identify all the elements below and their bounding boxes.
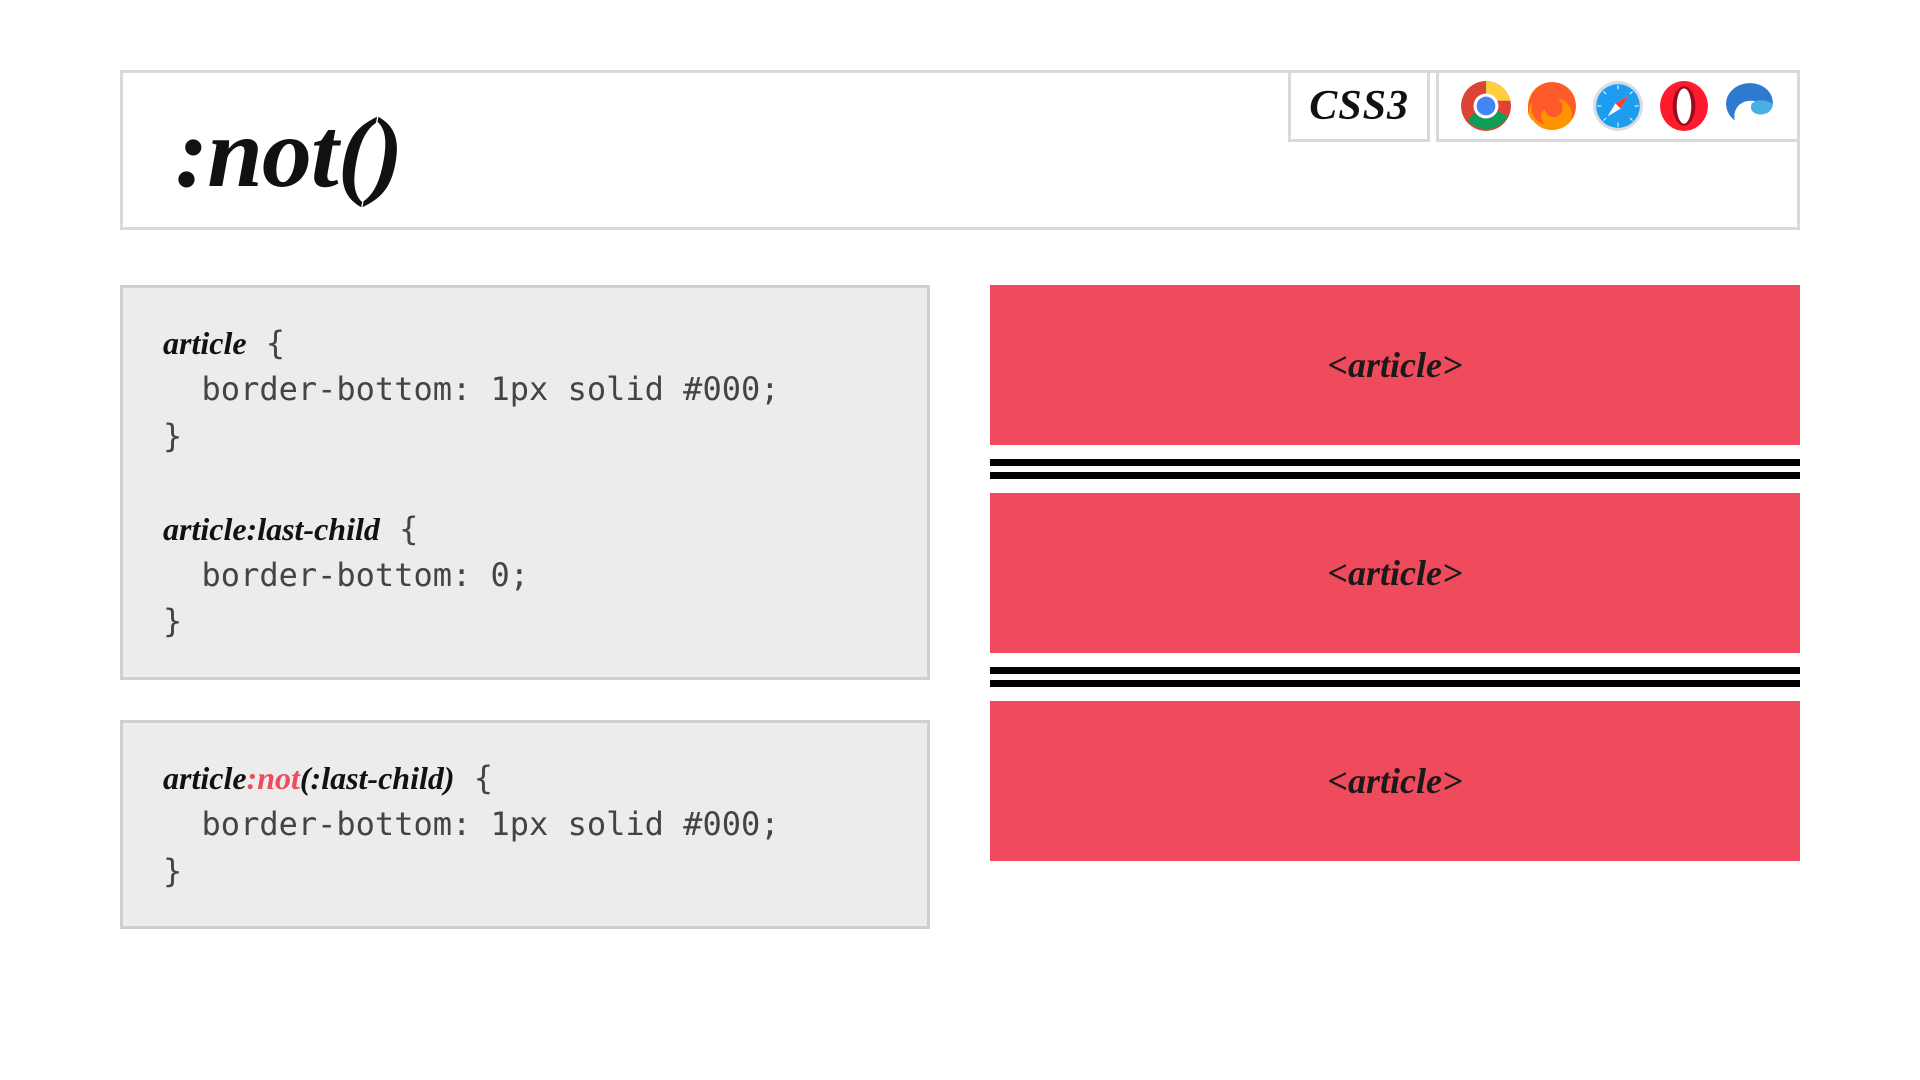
browser-support-row [1436,70,1800,142]
code2-sel-hl: :not [247,760,300,796]
demo-article-3: <article> [990,701,1800,861]
code-column: article { border-bottom: 1px solid #000;… [120,285,930,929]
code2-body: border-bottom: 1px solid #000; [163,805,780,843]
code2-sel-pre: article [163,760,247,796]
demo-article-2: <article> [990,493,1800,653]
main-columns: article { border-bottom: 1px solid #000;… [120,285,1800,929]
spec-badge: CSS3 [1288,70,1430,142]
demo-column: <article> <article> <article> [990,285,1800,929]
opera-icon [1658,80,1710,132]
edge-icon [1724,80,1776,132]
code1-selector2: article:last-child [163,511,380,547]
demo-article-1: <article> [990,285,1800,445]
firefox-icon [1526,80,1578,132]
code2-sel-post: (:last-child) [300,760,455,796]
code-block-before: article { border-bottom: 1px solid #000;… [120,285,930,680]
code1-body2: border-bottom: 0; [163,556,529,594]
demo-separator-1 [990,445,1800,493]
code-block-after: article:not(:last-child) { border-bottom… [120,720,930,929]
header-box: :not() CSS3 [120,70,1800,230]
header-meta: CSS3 [1288,70,1800,142]
chrome-icon [1460,80,1512,132]
safari-icon [1592,80,1644,132]
spec-label: CSS3 [1309,82,1409,130]
code1-body1: border-bottom: 1px solid #000; [163,370,780,408]
demo-separator-2 [990,653,1800,701]
code1-selector1: article [163,325,247,361]
